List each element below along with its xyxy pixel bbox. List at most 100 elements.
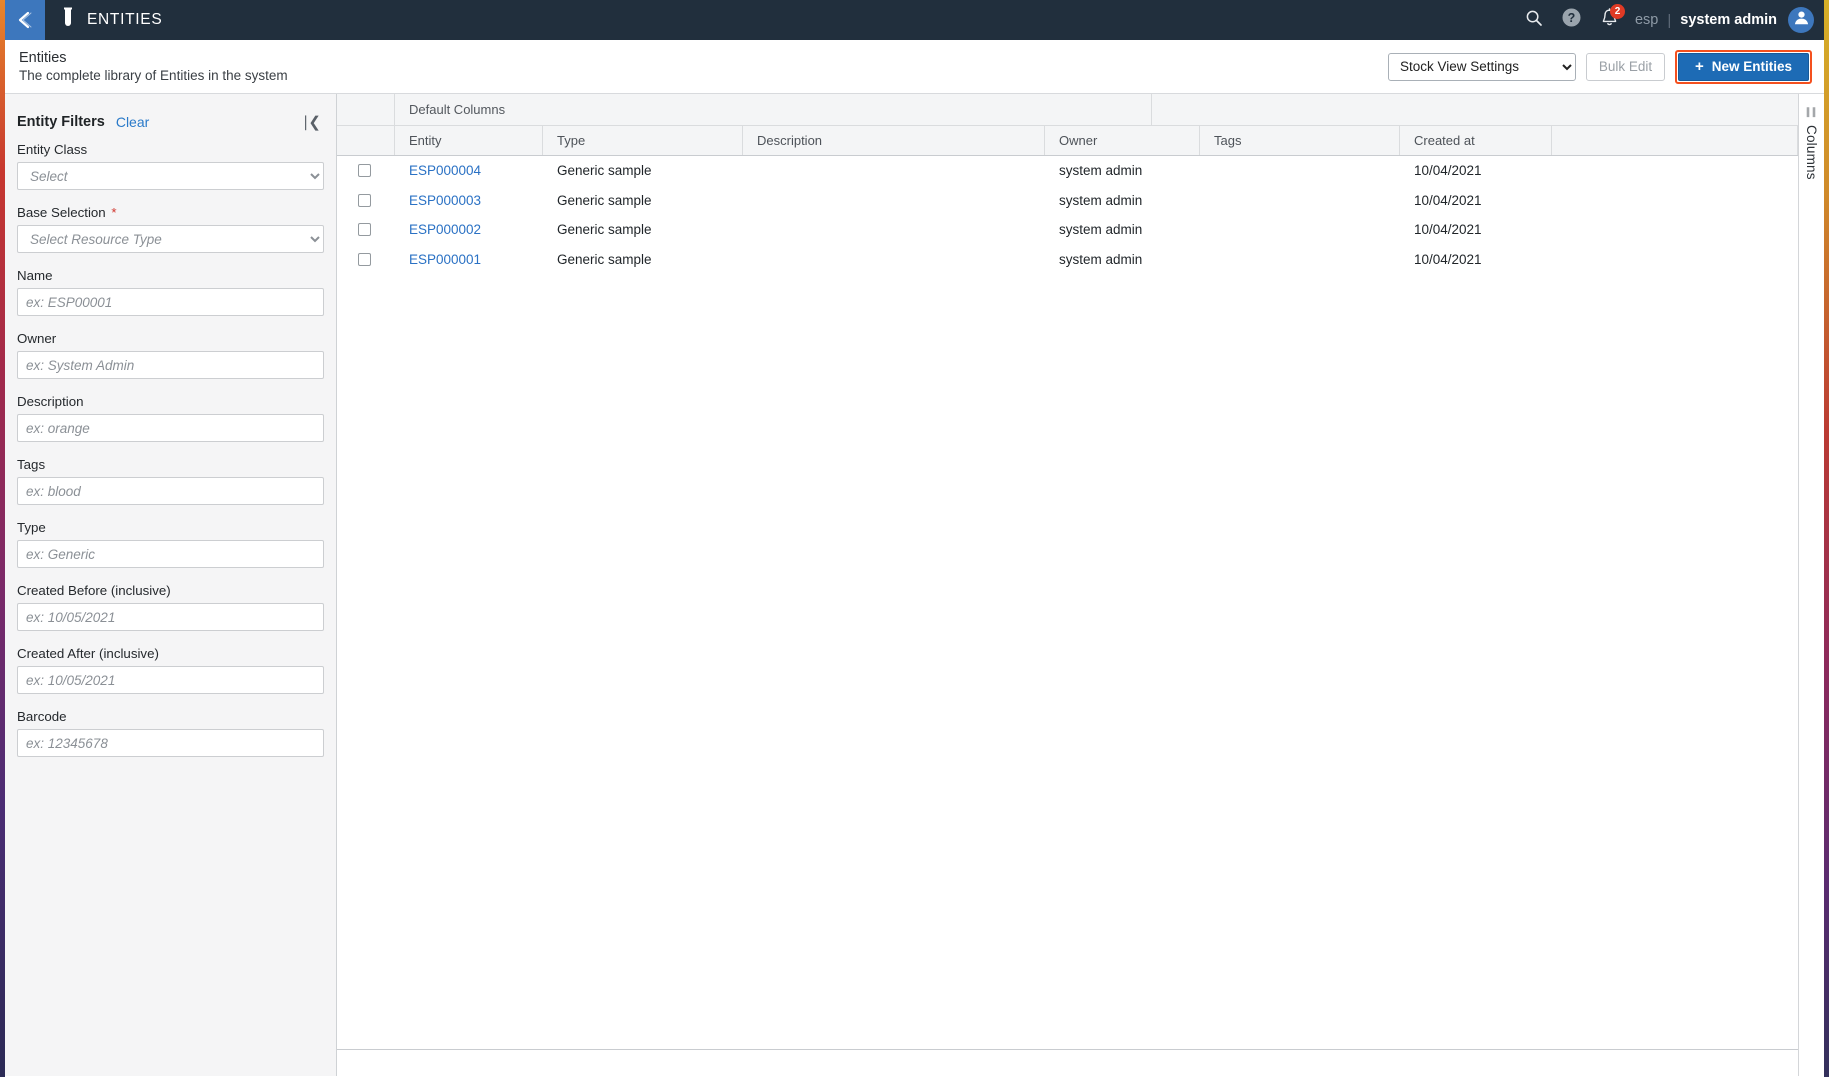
entity-filters-panel: Entity Filters Clear ∣❮ Entity Class Sele… <box>5 94 337 1076</box>
cell-type: Generic sample <box>557 222 652 238</box>
filter-input-owner[interactable] <box>17 351 324 379</box>
cell-description <box>743 245 1045 275</box>
row-select-cell <box>337 164 395 178</box>
filter-label-created-after: Created After (inclusive) <box>17 646 159 661</box>
filter-input-name[interactable] <box>17 288 324 316</box>
table-column-header-row: Entity Type Description Owner Tags Created at <box>337 126 1798 156</box>
column-header-spacer <box>1552 126 1798 155</box>
cell-type: Generic sample <box>557 192 652 208</box>
filter-label-description: Description <box>17 394 84 409</box>
filter-input-created-before[interactable] <box>17 603 324 631</box>
app-title: ENTITIES <box>87 11 163 28</box>
filter-input-type[interactable] <box>17 540 324 568</box>
help-circle-icon: ? <box>1561 7 1582 33</box>
cell-owner: system admin <box>1059 163 1143 179</box>
filter-select-base-selection[interactable]: Select Resource Type <box>17 225 324 253</box>
help-button[interactable]: ? <box>1553 0 1591 40</box>
notifications-button[interactable]: 2 <box>1591 0 1629 40</box>
clear-filters-link[interactable]: Clear <box>116 114 149 130</box>
filter-input-created-after[interactable] <box>17 666 324 694</box>
filters-title: Entity Filters <box>17 114 105 130</box>
filter-field-owner: Owner <box>17 331 324 379</box>
table-row[interactable]: ESP000001 Generic sample system admin 10/04… <box>337 244 1798 275</box>
new-entities-highlight: + New Entities <box>1674 49 1812 84</box>
cell-spacer <box>1552 156 1798 186</box>
filter-label-barcode: Barcode <box>17 709 67 724</box>
column-header-description[interactable]: Description <box>743 126 1045 155</box>
group-header-spacer <box>1152 94 1798 126</box>
filter-input-barcode[interactable] <box>17 729 324 757</box>
new-entities-button[interactable]: + New Entities <box>1677 52 1809 81</box>
cell-owner: system admin <box>1059 192 1143 208</box>
filter-input-description[interactable] <box>17 414 324 442</box>
row-select-checkbox[interactable] <box>358 223 371 237</box>
column-header-entity[interactable]: Entity <box>395 126 543 155</box>
table-footer <box>337 1050 1798 1076</box>
row-select-checkbox[interactable] <box>358 193 371 207</box>
row-select-checkbox[interactable] <box>358 164 371 178</box>
entities-table-body: ESP000004 Generic sample system admin 10/04… <box>337 156 1798 274</box>
page-header-actions: Stock View Settings Bulk Edit + New Enti… <box>1387 49 1816 84</box>
bulk-edit-button[interactable]: Bulk Edit <box>1585 52 1665 81</box>
cell-description <box>743 215 1045 245</box>
cell-tags <box>1200 215 1400 245</box>
user-avatar-button[interactable] <box>1788 7 1814 33</box>
filters-header: Entity Filters Clear ∣❮ <box>17 102 324 142</box>
row-select-cell <box>337 223 395 237</box>
columns-rail-button[interactable]: ∥∥ Columns <box>1798 94 1824 1076</box>
view-settings-select[interactable]: Stock View Settings <box>1387 52 1576 81</box>
cell-entity[interactable]: ESP000001 <box>395 245 543 275</box>
top-navigation-bar: ENTITIES ? 2 esp | system admin <box>5 0 1824 40</box>
filter-input-tags[interactable] <box>17 477 324 505</box>
page-title: Entities <box>19 49 67 66</box>
notification-count-badge: 2 <box>1609 4 1625 19</box>
topbar-title-group: ENTITIES <box>61 7 162 34</box>
filter-select-entity-class[interactable]: Select <box>17 162 324 190</box>
row-select-cell <box>337 193 395 207</box>
nav-back-button[interactable] <box>5 0 45 40</box>
cell-created-at: 10/04/2021 <box>1414 192 1482 208</box>
row-select-cell <box>337 252 395 266</box>
filter-field-name: Name <box>17 268 324 316</box>
column-header-created-at[interactable]: Created at <box>1400 126 1552 155</box>
page-heading-group: Entities The complete library of Entitie… <box>19 49 288 85</box>
cell-entity[interactable]: ESP000003 <box>395 186 543 216</box>
cell-created-at: 10/04/2021 <box>1414 222 1482 238</box>
organization-label: esp <box>1634 12 1659 28</box>
topbar-separator: | <box>1667 11 1672 29</box>
cell-created-at: 10/04/2021 <box>1414 251 1482 267</box>
filter-field-created-after: Created After (inclusive) <box>17 646 324 694</box>
filter-field-entity-class: Entity Class Select <box>17 142 324 190</box>
filter-field-base-selection: Base Selection * Select Resource Type <box>17 205 324 253</box>
column-header-owner[interactable]: Owner <box>1045 126 1200 155</box>
topbar-right-actions: ? 2 esp | system admin <box>1515 0 1824 40</box>
grip-lines-icon: ∥∥ <box>1805 107 1818 118</box>
cell-tags <box>1200 156 1400 186</box>
page-header: Entities The complete library of Entitie… <box>5 40 1824 94</box>
cell-entity[interactable]: ESP000002 <box>395 215 543 245</box>
search-button[interactable] <box>1515 0 1553 40</box>
cell-owner: system admin <box>1059 251 1143 267</box>
filter-label-name: Name <box>17 268 53 283</box>
collapse-left-icon[interactable]: ∣❮ <box>302 113 324 131</box>
cell-tags <box>1200 186 1400 216</box>
filter-label-created-before: Created Before (inclusive) <box>17 583 171 598</box>
cell-spacer <box>1552 215 1798 245</box>
chevron-left-icon <box>14 9 36 31</box>
cell-description <box>743 156 1045 186</box>
user-name-label: system admin <box>1680 12 1777 28</box>
table-row[interactable]: ESP000003 Generic sample system admin 10/04… <box>337 185 1798 216</box>
table-row[interactable]: ESP000002 Generic sample system admin 10/04… <box>337 215 1798 245</box>
filter-label-entity-class: Entity Class <box>17 142 88 157</box>
table-row[interactable]: ESP000004 Generic sample system admin 10/04… <box>337 156 1798 186</box>
filter-label-base-selection: Base Selection * <box>17 205 117 220</box>
cell-entity[interactable]: ESP000004 <box>395 156 543 186</box>
row-select-checkbox[interactable] <box>358 252 371 266</box>
column-header-tags[interactable]: Tags <box>1200 126 1400 155</box>
filters-field-list: Entity Class Select Base Selection * Select… <box>17 142 324 757</box>
cell-spacer <box>1552 186 1798 216</box>
entities-table-scroll[interactable]: Default Columns Entity Type Description Own… <box>337 94 1798 1049</box>
entities-table-area: Default Columns Entity Type Description Own… <box>337 94 1798 1076</box>
cell-spacer <box>1552 245 1798 275</box>
column-header-type[interactable]: Type <box>543 126 743 155</box>
